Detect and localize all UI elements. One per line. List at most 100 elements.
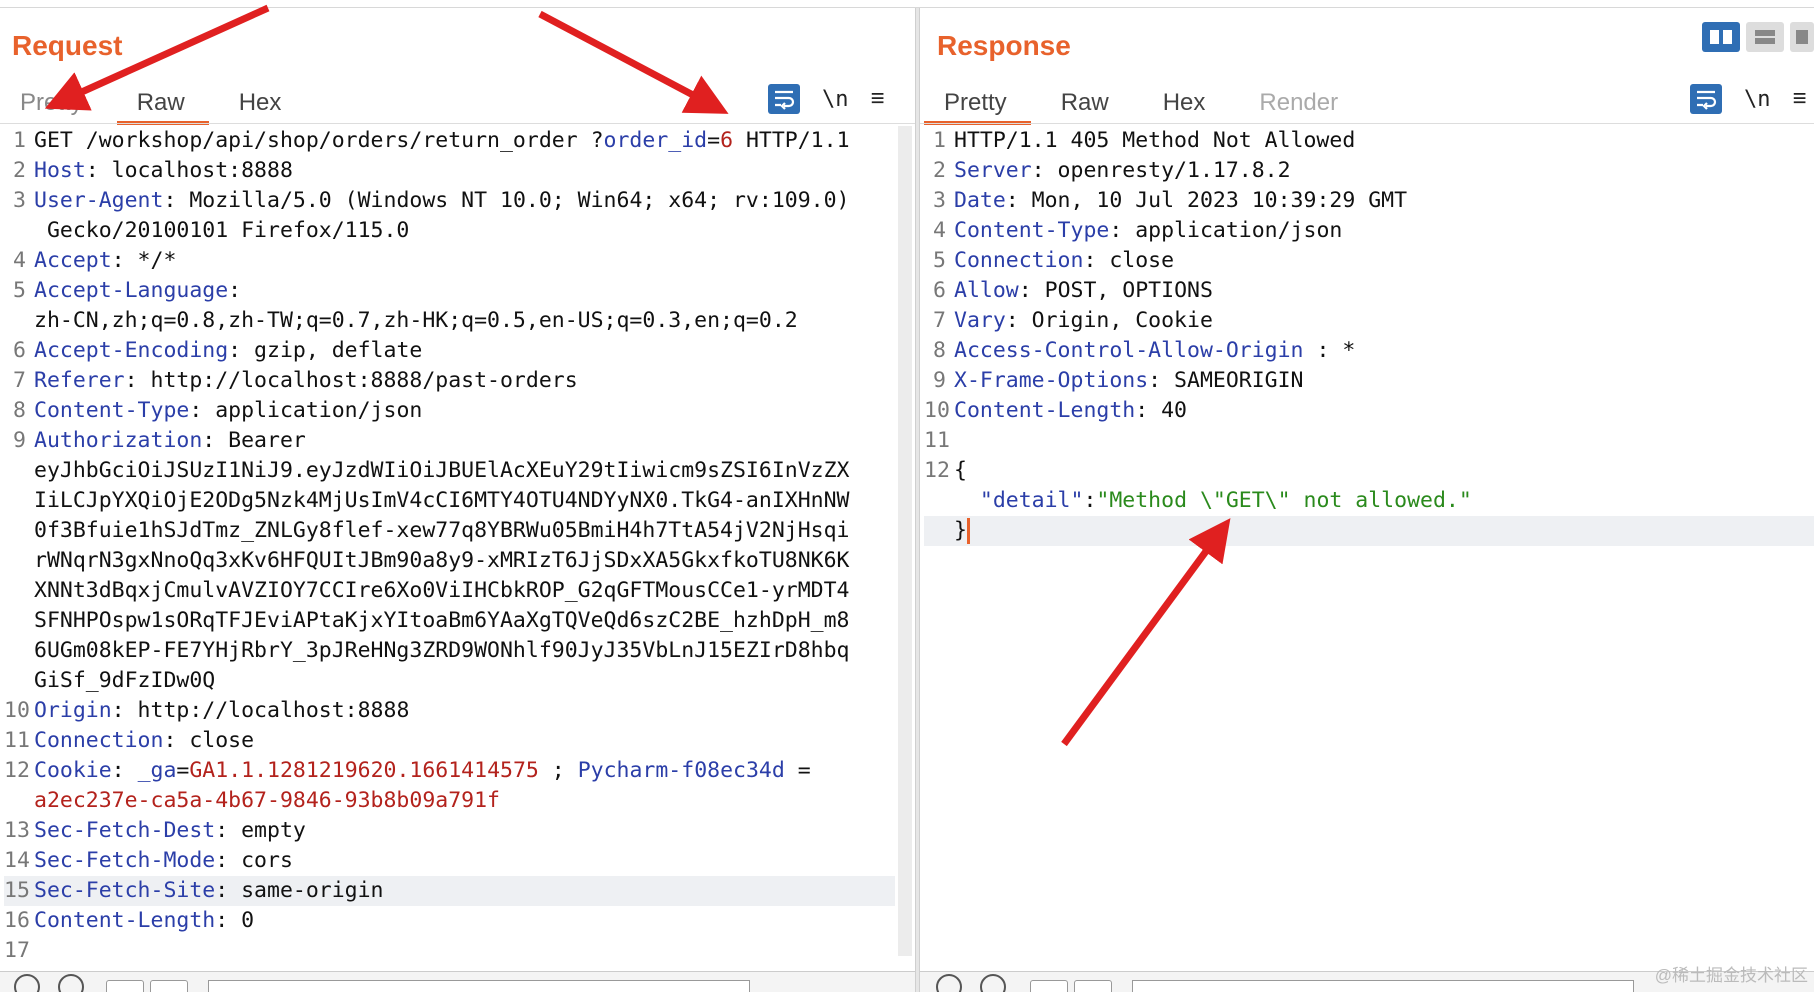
newline-icon[interactable]: \n — [822, 87, 849, 112]
editor-line[interactable]: eyJhbGciOiJSUzI1NiJ9.eyJzdWIiOiJBUElAcXE… — [4, 456, 895, 486]
request-editor[interactable]: 1 GET /workshop/api/shop/orders/return_or… — [4, 126, 895, 972]
code-token: } — [954, 518, 967, 543]
code-token: Accept — [34, 248, 112, 273]
menu-icon[interactable]: ≡ — [871, 85, 885, 113]
request-tabs: Pretty Raw Hex — [20, 79, 335, 125]
editor-line[interactable]: 11 — [924, 426, 1814, 456]
editor-line[interactable]: 2 Host: localhost:8888 — [4, 156, 895, 186]
editor-line[interactable]: 13 Sec-Fetch-Dest: empty — [4, 816, 895, 846]
editor-line[interactable]: 10 Origin: http://localhost:8888 — [4, 696, 895, 726]
editor-line[interactable]: 2 Server: openresty/1.17.8.2 — [924, 156, 1814, 186]
editor-line[interactable]: 9 Authorization: Bearer — [4, 426, 895, 456]
line-number: 9 — [13, 428, 26, 453]
code-token: : — [228, 278, 242, 303]
layout-side-by-side-icon[interactable] — [1702, 22, 1740, 52]
tab-raw[interactable]: Raw — [116, 79, 209, 125]
editor-line[interactable]: rWNqrN3gxNnoQq3xKv6HFQUItJBm90a8y9-xMRIz… — [4, 546, 895, 576]
editor-line[interactable]: 17 — [4, 936, 895, 966]
tab-pretty[interactable]: Pretty — [20, 79, 83, 125]
code-token: Referer — [34, 368, 125, 393]
request-scrollbar[interactable] — [898, 126, 912, 956]
line-number: 4 — [13, 248, 26, 273]
line-number — [924, 516, 954, 546]
editor-line[interactable]: 15 Sec-Fetch-Site: same-origin — [4, 876, 895, 906]
word-wrap-icon[interactable] — [768, 84, 800, 114]
editor-line[interactable]: 1 GET /workshop/api/shop/orders/return_or… — [4, 126, 895, 156]
layout-stacked-icon[interactable] — [1746, 22, 1784, 52]
code-token: GA1.1.1281219620.1661414575 — [189, 758, 539, 783]
word-wrap-icon[interactable] — [1690, 84, 1722, 114]
editor-line[interactable]: 3 User-Agent: Mozilla/5.0 (Windows NT 10.… — [4, 186, 895, 216]
tab-raw[interactable]: Raw — [1061, 79, 1109, 125]
line-content: SFNHPOspw1sORqTFJEviAPtaKjxYItoaBm6YAaXg… — [34, 606, 895, 636]
editor-line[interactable]: 7 Referer: http://localhost:8888/past-ord… — [4, 366, 895, 396]
line-number — [4, 486, 34, 516]
settings-gear-icon[interactable] — [58, 974, 84, 992]
code-token: Content-Type — [954, 218, 1110, 243]
editor-line[interactable]: 8 Content-Type: application/json — [4, 396, 895, 426]
line-content: Content-Type: application/json — [954, 216, 1814, 246]
code-token: : openresty/1.17.8.2 — [1031, 158, 1291, 183]
search-input[interactable] — [1132, 980, 1634, 992]
response-editor[interactable]: 1 HTTP/1.1 405 Method Not Allowed 2 Server:… — [924, 126, 1814, 972]
editor-line[interactable]: 6 Accept-Encoding: gzip, deflate — [4, 336, 895, 366]
search-input[interactable] — [208, 980, 750, 992]
code-token: = — [176, 758, 190, 783]
back-arrow-icon[interactable] — [106, 980, 144, 992]
editor-line[interactable]: "detail":"Method \"GET\" not allowed." — [924, 486, 1814, 516]
editor-line[interactable]: 7 Vary: Origin, Cookie — [924, 306, 1814, 336]
editor-line[interactable]: 8 Access-Control-Allow-Origin : * — [924, 336, 1814, 366]
line-number: 8 — [13, 398, 26, 423]
tab-render[interactable]: Render — [1259, 79, 1338, 125]
line-content: rWNqrN3gxNnoQq3xKv6HFQUItJBm90a8y9-xMRIz… — [34, 546, 895, 576]
editor-line[interactable]: 10 Content-Length: 40 — [924, 396, 1814, 426]
editor-line[interactable]: 16 Content-Length: 0 — [4, 906, 895, 936]
tab-hex[interactable]: Hex — [239, 79, 282, 125]
code-token: : Bearer — [202, 428, 306, 453]
menu-icon[interactable]: ≡ — [1793, 85, 1807, 113]
editor-line[interactable]: 9 X-Frame-Options: SAMEORIGIN — [924, 366, 1814, 396]
newline-icon[interactable]: \n — [1744, 87, 1771, 112]
tab-hex[interactable]: Hex — [1163, 79, 1206, 125]
editor-line[interactable]: GiSf_9dFzIDw0Q — [4, 666, 895, 696]
editor-line[interactable]: 4 Content-Type: application/json — [924, 216, 1814, 246]
editor-line[interactable]: 3 Date: Mon, 10 Jul 2023 10:39:29 GMT — [924, 186, 1814, 216]
line-content: 0f3Bfuie1hSJdTmz_ZNLGy8flef-xew77q8YBRWu… — [34, 516, 895, 546]
code-token: : SAMEORIGIN — [1148, 368, 1304, 393]
editor-line[interactable]: } — [924, 516, 1814, 546]
layout-tabs-icon[interactable] — [1790, 22, 1814, 52]
editor-line[interactable]: XNNt3dBqxjCmulvAVZIOY7CCIre6Xo0ViIHCbkRO… — [4, 576, 895, 606]
editor-line[interactable]: SFNHPOspw1sORqTFJEviAPtaKjxYItoaBm6YAaXg… — [4, 606, 895, 636]
forward-arrow-icon[interactable] — [150, 980, 188, 992]
editor-line[interactable]: 5 Connection: close — [924, 246, 1814, 276]
code-token: : 0 — [215, 908, 255, 933]
editor-line[interactable]: 4 Accept: */* — [4, 246, 895, 276]
editor-line[interactable]: 0f3Bfuie1hSJdTmz_ZNLGy8flef-xew77q8YBRWu… — [4, 516, 895, 546]
editor-line[interactable]: 6 Allow: POST, OPTIONS — [924, 276, 1814, 306]
editor-line[interactable]: a2ec237e-ca5a-4b67-9846-93b8b09a791f — [4, 786, 895, 816]
editor-line[interactable]: 14 Sec-Fetch-Mode: cors — [4, 846, 895, 876]
settings-gear-icon[interactable] — [980, 974, 1006, 992]
line-number: 6 — [933, 278, 946, 303]
editor-line[interactable]: 6UGm08kEP-FE7YHjRbrY_3pJReHNg3ZRD9WONhlf… — [4, 636, 895, 666]
help-icon[interactable] — [936, 974, 962, 992]
editor-line[interactable]: 11 Connection: close — [4, 726, 895, 756]
code-token: Content-Type — [34, 398, 190, 423]
editor-line[interactable]: IiLCJpYXQiOjE2ODg5Nzk4MjUsImV4cCI6MTY4OT… — [4, 486, 895, 516]
editor-line[interactable]: 12{ — [924, 456, 1814, 486]
editor-line[interactable]: 1 HTTP/1.1 405 Method Not Allowed — [924, 126, 1814, 156]
line-number: 5 — [13, 278, 26, 303]
editor-line[interactable]: Gecko/20100101 Firefox/115.0 — [4, 216, 895, 246]
forward-arrow-icon[interactable] — [1074, 980, 1112, 992]
editor-line[interactable]: 5 Accept-Language: — [4, 276, 895, 306]
code-token: order_id — [603, 128, 708, 153]
editor-line[interactable]: zh-CN,zh;q=0.8,zh-TW;q=0.7,zh-HK;q=0.5,e… — [4, 306, 895, 336]
tab-pretty[interactable]: Pretty — [924, 79, 1031, 125]
help-icon[interactable] — [14, 974, 40, 992]
code-token: User-Agent — [34, 188, 164, 213]
line-content: Date: Mon, 10 Jul 2023 10:39:29 GMT — [954, 186, 1814, 216]
line-content: Origin: http://localhost:8888 — [34, 696, 895, 726]
editor-line[interactable]: 12 Cookie: _ga=GA1.1.1281219620.166141457… — [4, 756, 895, 786]
code-token: "detail" — [954, 488, 1084, 513]
back-arrow-icon[interactable] — [1030, 980, 1068, 992]
